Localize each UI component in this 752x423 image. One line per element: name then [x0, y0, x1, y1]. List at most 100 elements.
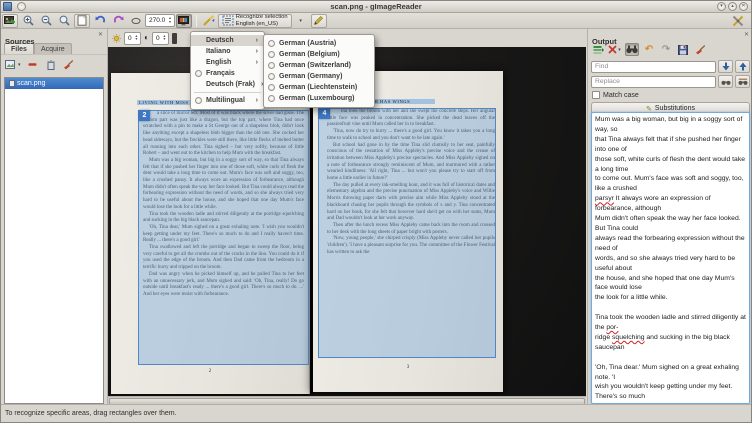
- status-message: To recognize specific areas, drag rectan…: [5, 410, 177, 417]
- titlebar[interactable]: · scan.png - gImageReader ▾ ▴ ✕: [1, 1, 751, 13]
- arrow-down-icon: [722, 62, 730, 71]
- submenu-arrow-icon: ›: [256, 37, 258, 44]
- menu-item-german-luxembourg[interactable]: German (Luxembourg): [264, 93, 374, 104]
- zoom-original-icon: [59, 15, 70, 26]
- tab-acquire[interactable]: Acquire: [34, 43, 72, 54]
- zoom-in-button[interactable]: [20, 14, 36, 28]
- settings-button[interactable]: [730, 14, 746, 28]
- replace-input[interactable]: Replace: [591, 76, 716, 88]
- replace-all-icon: [738, 78, 748, 86]
- toolbar-separator: [196, 15, 197, 27]
- selection-tag-4: 4: [319, 108, 330, 119]
- sources-list[interactable]: scan.png: [4, 77, 104, 404]
- window-title: scan.png - gImageReader: [1, 2, 751, 11]
- menu-item-deutsch-frak[interactable]: Deutsch (Frak)›: [191, 79, 264, 90]
- right-page-number: 3: [313, 365, 503, 370]
- submenu-arrow-icon: ›: [256, 48, 258, 55]
- autolayout-button[interactable]: [201, 14, 217, 28]
- contrast-spinbox[interactable]: 0 ▲▼: [152, 32, 169, 45]
- sources-panel: Sources ✕ Files Acquire ▾ sc: [1, 29, 108, 406]
- ocr-selection-region-4[interactable]: [318, 108, 496, 358]
- zoom-fit-button[interactable]: [74, 14, 90, 28]
- trash-icon: [47, 60, 55, 70]
- strip-icon: [608, 45, 617, 54]
- clear-sources-button[interactable]: [62, 58, 76, 71]
- radio-icon: [268, 84, 275, 91]
- rotation-spinbox[interactable]: 270.0 ▲▼: [145, 14, 175, 27]
- output-close-icon[interactable]: ✕: [744, 31, 749, 38]
- replace-all-button[interactable]: [735, 75, 750, 88]
- output-text: Mum was a big woman, but big in a soggy …: [592, 113, 749, 404]
- match-case-checkbox[interactable]: [592, 91, 600, 99]
- radio-icon: [268, 40, 275, 47]
- undo-icon: ↶: [645, 44, 653, 55]
- output-textarea[interactable]: Mum was a big woman, but big in a soggy …: [591, 112, 750, 404]
- open-image-button[interactable]: [2, 14, 18, 28]
- undo-button[interactable]: ↶: [642, 43, 656, 56]
- zoom-fit-icon: [77, 15, 87, 26]
- radio-icon: [195, 97, 202, 104]
- main-toolbar: 270.0 ▲▼ Recognize selection English (en…: [1, 13, 751, 29]
- redo-button[interactable]: ↷: [659, 43, 673, 56]
- replace-icon: [721, 78, 731, 86]
- replace-button[interactable]: [718, 75, 733, 88]
- rotation-value: 270.0: [147, 17, 167, 24]
- zoom-out-icon: [41, 15, 52, 26]
- rotation-stepper[interactable]: ▲▼: [167, 17, 172, 24]
- menu-item-german-germany[interactable]: German (Germany): [264, 71, 374, 82]
- contrast-stepper[interactable]: ▲▼: [162, 35, 167, 42]
- clear-broom-icon: [695, 45, 706, 55]
- radio-icon: [268, 95, 275, 102]
- menu-item-multilingual[interactable]: Multilingual›: [191, 95, 264, 106]
- menu-item-deutsch[interactable]: Deutsch›: [191, 35, 264, 46]
- remove-source-button[interactable]: [26, 58, 40, 71]
- binoculars-icon: [626, 45, 638, 54]
- find-replace-toggle[interactable]: [625, 43, 639, 56]
- rotate-right-icon: [113, 15, 124, 26]
- save-output-button[interactable]: [676, 43, 690, 56]
- radio-icon: [268, 73, 275, 80]
- menu-item-francais[interactable]: Français: [191, 68, 264, 79]
- redo-icon: ↷: [662, 44, 670, 55]
- rotate-left-button[interactable]: [92, 14, 108, 28]
- wrench-icon: [732, 15, 744, 27]
- arrow-up-icon: [739, 62, 747, 71]
- resolution-icon: [172, 33, 177, 44]
- brightness-value: 0: [126, 35, 134, 42]
- find-input[interactable]: Find: [591, 61, 716, 73]
- recognize-language-dropdown[interactable]: ▾: [293, 14, 309, 28]
- delete-source-button[interactable]: [44, 58, 58, 71]
- recognize-button[interactable]: Recognize selection English (en_US): [218, 14, 292, 28]
- clear-output-button[interactable]: [693, 43, 707, 56]
- misspelled-word: por-: [606, 324, 618, 331]
- zoom-original-button[interactable]: [56, 14, 72, 28]
- menu-item-english[interactable]: English›: [191, 57, 264, 68]
- brightness-stepper[interactable]: ▲▼: [134, 35, 139, 42]
- menu-item-german-belgium[interactable]: German (Belgium): [264, 49, 374, 60]
- display-controls-toggle[interactable]: [176, 14, 192, 28]
- minimize-button[interactable]: ▾: [717, 2, 726, 11]
- shade-button[interactable]: ·: [17, 2, 26, 11]
- menu-item-german-austria[interactable]: German (Austria): [264, 38, 374, 49]
- sources-close-icon[interactable]: ✕: [98, 31, 103, 38]
- app-icon: [3, 2, 12, 11]
- insert-append-icon: [593, 45, 604, 55]
- maximize-button[interactable]: ▴: [728, 2, 737, 11]
- remove-icon: [28, 60, 37, 69]
- find-prev-button[interactable]: [735, 60, 750, 73]
- selection-tag-2: 2: [139, 110, 150, 121]
- menu-item-german-liechtenstein[interactable]: German (Liechtenstein): [264, 82, 374, 93]
- close-button[interactable]: ✕: [739, 2, 748, 11]
- menu-item-italiano[interactable]: Italiano›: [191, 46, 264, 57]
- find-next-button[interactable]: [718, 60, 733, 73]
- zoom-out-button[interactable]: [38, 14, 54, 28]
- ocr-selection-region-2[interactable]: [138, 110, 309, 365]
- source-list-item[interactable]: scan.png: [5, 78, 103, 89]
- spellcheck-language-button[interactable]: [311, 14, 327, 28]
- add-source-button[interactable]: ▾: [5, 58, 22, 71]
- rotate-right-button[interactable]: [110, 14, 126, 28]
- display-controls-icon: [178, 16, 189, 26]
- menu-item-german-switzerland[interactable]: German (Switzerland): [264, 60, 374, 71]
- add-image-icon: [5, 60, 17, 70]
- brightness-spinbox[interactable]: 0 ▲▼: [124, 32, 141, 45]
